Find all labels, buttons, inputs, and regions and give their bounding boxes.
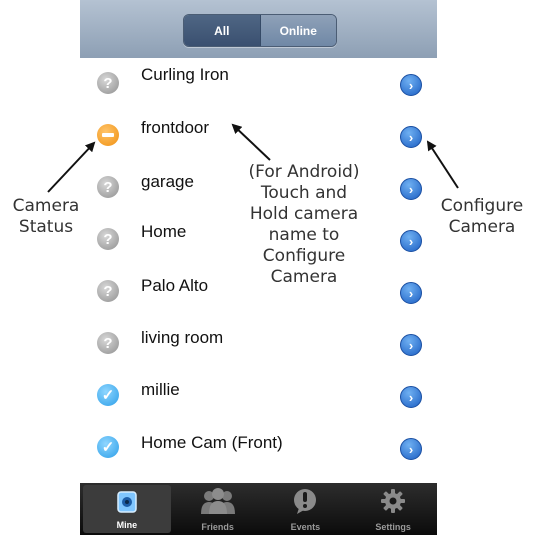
configure-arrow xyxy=(426,140,459,189)
android-hint-arrow xyxy=(231,123,271,161)
status-arrow xyxy=(47,141,96,193)
annotation-arrows xyxy=(47,123,459,193)
